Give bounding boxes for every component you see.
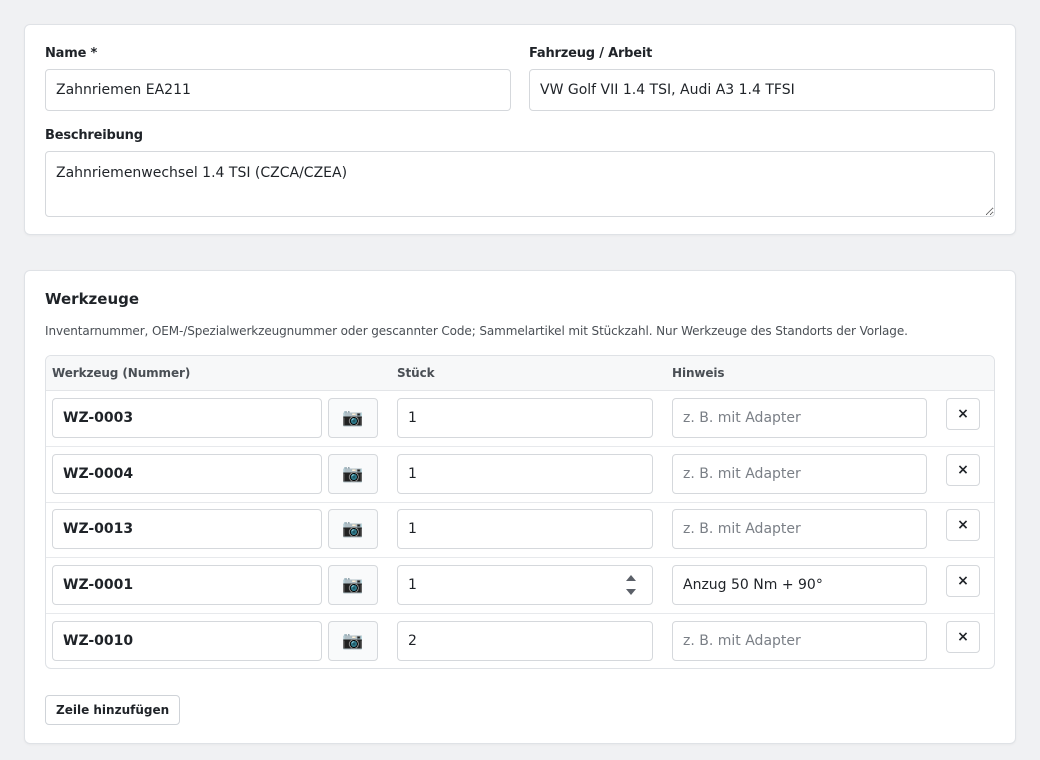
description-label: Beschreibung: [45, 128, 143, 143]
camera-icon: 📷: [342, 519, 364, 539]
table-row: 📷 ×: [46, 558, 994, 614]
scan-camera-button[interactable]: 📷: [328, 454, 378, 494]
tools-table-header: Werkzeug (Nummer) Stück Hinweis: [46, 356, 994, 391]
tools-card: Werkzeuge Inventarnummer, OEM-/Spezialwe…: [24, 270, 1016, 744]
scan-camera-button[interactable]: 📷: [328, 565, 378, 605]
table-row: 📷 ×: [46, 391, 994, 447]
quantity-input[interactable]: [397, 565, 653, 605]
note-input[interactable]: [672, 454, 927, 494]
quantity-input[interactable]: [397, 398, 653, 438]
column-header-tool: Werkzeug (Nummer): [52, 366, 191, 380]
stepper-up-icon[interactable]: [626, 575, 636, 581]
template-details-card: Name * Fahrzeug / Arbeit Beschreibung Za…: [24, 24, 1016, 235]
tool-number-input[interactable]: [52, 621, 322, 661]
add-row-button[interactable]: Zeile hinzufügen: [45, 695, 181, 725]
tools-table: Werkzeug (Nummer) Stück Hinweis 📷 × 📷 × …: [45, 355, 995, 669]
tools-section-title: Werkzeuge: [45, 290, 140, 308]
close-icon: ×: [957, 462, 969, 478]
note-input[interactable]: [672, 398, 927, 438]
camera-icon: 📷: [342, 575, 364, 595]
column-header-note: Hinweis: [672, 366, 725, 380]
table-row: 📷 ×: [46, 502, 994, 558]
camera-icon: 📷: [342, 408, 364, 428]
note-input[interactable]: [672, 621, 927, 661]
remove-row-button[interactable]: ×: [946, 454, 980, 486]
stepper-down-icon[interactable]: [626, 589, 636, 595]
table-row: 📷 ×: [46, 447, 994, 503]
remove-row-button[interactable]: ×: [946, 509, 980, 541]
remove-row-button[interactable]: ×: [946, 565, 980, 597]
quantity-input[interactable]: [397, 509, 653, 549]
scan-camera-button[interactable]: 📷: [328, 398, 378, 438]
vehicle-input[interactable]: [529, 69, 995, 111]
scan-camera-button[interactable]: 📷: [328, 621, 378, 661]
camera-icon: 📷: [342, 631, 364, 651]
close-icon: ×: [957, 629, 969, 645]
name-label: Name *: [45, 46, 98, 61]
tool-number-input[interactable]: [52, 509, 322, 549]
remove-row-button[interactable]: ×: [946, 621, 980, 653]
tool-number-input[interactable]: [52, 398, 322, 438]
close-icon: ×: [957, 517, 969, 533]
close-icon: ×: [957, 406, 969, 422]
quantity-stepper[interactable]: [626, 575, 636, 595]
column-header-qty: Stück: [397, 366, 435, 380]
name-input[interactable]: [45, 69, 511, 111]
tools-hint: Inventarnummer, OEM-/Spezialwerkzeugnumm…: [45, 324, 908, 338]
scan-camera-button[interactable]: 📷: [328, 509, 378, 549]
remove-row-button[interactable]: ×: [946, 398, 980, 430]
camera-icon: 📷: [342, 464, 364, 484]
tool-number-input[interactable]: [52, 454, 322, 494]
vehicle-label: Fahrzeug / Arbeit: [529, 46, 653, 61]
tool-number-input[interactable]: [52, 565, 322, 605]
quantity-input[interactable]: [397, 454, 653, 494]
table-row: 📷 ×: [46, 614, 994, 668]
note-input[interactable]: [672, 509, 927, 549]
description-textarea[interactable]: Zahnriemenwechsel 1.4 TSI (CZCA/CZEA): [45, 151, 995, 217]
note-input[interactable]: [672, 565, 927, 605]
close-icon: ×: [957, 573, 969, 589]
quantity-input[interactable]: [397, 621, 653, 661]
